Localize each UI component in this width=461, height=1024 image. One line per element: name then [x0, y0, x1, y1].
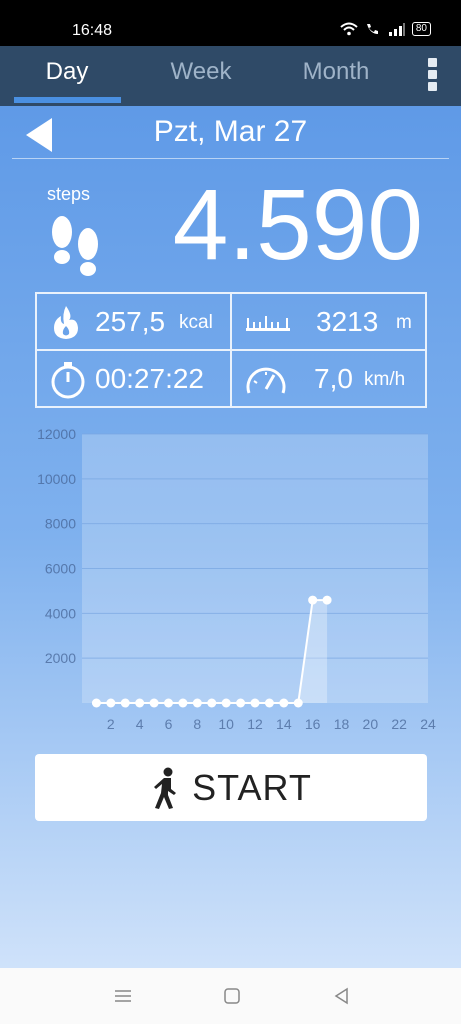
chart-x-tick-label: 4 — [136, 716, 144, 732]
chart-data-point — [322, 595, 332, 605]
chart-x-tick-label: 2 — [107, 716, 115, 732]
chart-x-tick-label: 16 — [305, 716, 321, 732]
recent-apps-icon[interactable] — [113, 986, 133, 1006]
system-nav-bar — [0, 968, 461, 1024]
calories-cell: 257,5 kcal — [36, 293, 231, 350]
home-icon[interactable] — [222, 986, 242, 1006]
active-tab-indicator — [14, 97, 121, 103]
chart-x-tick-label: 22 — [391, 716, 407, 732]
chart-data-point — [192, 698, 202, 708]
start-button-label: START — [192, 766, 312, 808]
status-time: 16:48 — [72, 22, 113, 39]
speed-value: 7,0 — [314, 363, 353, 394]
chart-y-tick-label: 2000 — [45, 650, 76, 666]
main-content: Pzt, Mar 27 steps 4.590 257,5 kcal 3213 … — [0, 106, 461, 968]
footprints-icon — [52, 216, 98, 276]
chart-data-point — [221, 698, 231, 708]
chart-data-point — [106, 698, 116, 708]
steps-chart: 200040006000800010000120002 4 6 8 10 12 14 16 18… — [37, 426, 436, 732]
chart-data-point — [164, 698, 173, 708]
chart-data-point — [178, 698, 188, 708]
speedometer-icon — [246, 367, 286, 394]
steps-label: steps — [47, 184, 91, 204]
stats-grid: 257,5 kcal 3213 m 00:27:22 7,0 km/h — [35, 292, 427, 408]
speed-cell: 7,0 km/h — [231, 350, 426, 407]
status-icons: 80 — [340, 22, 431, 36]
start-button[interactable]: START — [35, 754, 427, 821]
current-date: Pzt, Mar 27 — [153, 115, 308, 148]
chart-y-tick-label: 12000 — [37, 426, 76, 442]
status-bar: 16:48 80 — [0, 0, 461, 46]
speed-unit: km/h — [364, 369, 406, 390]
call-icon — [366, 24, 378, 34]
chart-x-tick-label: 24 — [420, 716, 436, 732]
chart-data-point — [149, 698, 159, 708]
divider — [12, 158, 449, 159]
chart-x-tick-label: 8 — [193, 716, 201, 732]
ruler-icon — [246, 316, 290, 331]
distance-value: 3213 — [316, 306, 379, 337]
overflow-menu-icon[interactable] — [422, 58, 442, 96]
chart-data-point — [91, 698, 101, 708]
chart-y-tick-label: 10000 — [37, 471, 76, 487]
tab-week[interactable]: Week — [146, 58, 256, 86]
chart-x-tick-label: 14 — [276, 716, 292, 732]
tab-day[interactable]: Day — [12, 58, 122, 86]
calories-unit: kcal — [179, 312, 213, 333]
signal-icon — [388, 23, 405, 36]
steps-count: 4.590 — [172, 169, 423, 281]
chart-data-point — [250, 698, 260, 708]
duration-value: 00:27:22 — [95, 363, 204, 394]
date-navigation: Pzt, Mar 27 — [0, 106, 461, 160]
distance-unit: m — [396, 312, 412, 333]
chart-data-point — [236, 698, 246, 708]
back-icon[interactable] — [332, 986, 352, 1006]
tab-month[interactable]: Month — [281, 58, 391, 86]
wifi-icon — [340, 22, 358, 36]
tab-bar: Day Week Month — [0, 46, 461, 106]
chart-x-tick-label: 20 — [363, 716, 379, 732]
walking-person-icon — [154, 767, 177, 809]
chart-data-point — [207, 698, 217, 708]
calories-value: 257,5 — [95, 306, 166, 337]
chart-data-point — [293, 698, 303, 708]
chart-data-point — [308, 595, 318, 605]
battery-icon: 80 — [411, 22, 431, 36]
distance-cell: 3213 m — [231, 293, 426, 350]
chart-data-point — [135, 698, 145, 708]
chart-y-tick-label: 8000 — [45, 516, 76, 532]
duration-cell: 00:27:22 — [36, 350, 231, 407]
chart-data-point — [279, 698, 289, 708]
stopwatch-icon — [51, 362, 85, 399]
chart-x-tick-label: 12 — [247, 716, 263, 732]
chart-data-point — [264, 698, 274, 708]
chart-x-tick-label: 18 — [334, 716, 350, 732]
chart-x-tick-label: 10 — [218, 716, 234, 732]
flame-icon — [54, 306, 78, 339]
chart-x-tick-label: 6 — [165, 716, 173, 732]
chart-y-tick-label: 4000 — [45, 605, 76, 621]
chart-data-point — [120, 698, 130, 708]
chart-y-tick-label: 6000 — [45, 561, 76, 577]
